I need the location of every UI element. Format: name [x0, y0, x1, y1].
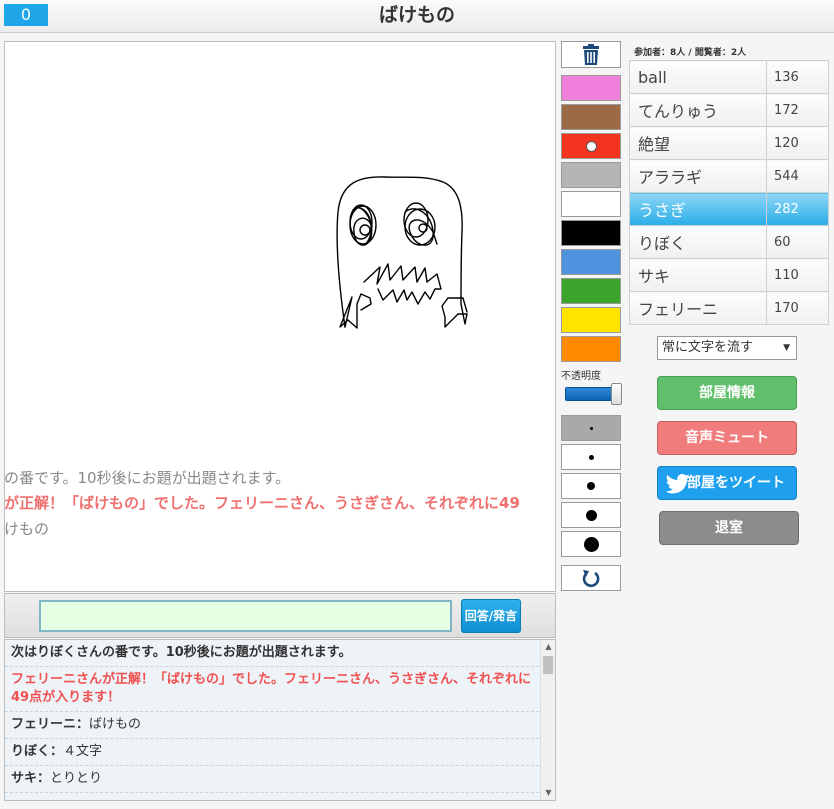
pen-size-3[interactable]	[561, 444, 621, 470]
chat-scrollbar[interactable]: ▲ ▼	[540, 640, 555, 800]
color-swatch-2[interactable]	[561, 133, 621, 159]
player-row: りぼく 60	[629, 225, 829, 259]
trash-icon	[583, 44, 599, 65]
player-row: てんりゅう 172	[629, 93, 829, 127]
player-row: 絶望 120	[629, 126, 829, 160]
undo-icon	[582, 570, 600, 588]
opacity-slider-track[interactable]	[565, 387, 617, 401]
overlay-message-correct: が正解！「ばけもの」でした。フェリーニさん、うさぎさん、それぞれに49	[4, 494, 520, 512]
player-score: 110	[766, 258, 829, 292]
chat-author: フェリーニ：	[11, 717, 90, 732]
player-name: 絶望	[629, 126, 767, 160]
drawing-canvas[interactable]: の番です。10秒後にお題が出題されます。 が正解！「ばけもの」でした。フェリーニ…	[4, 41, 556, 592]
color-swatch-9[interactable]	[561, 336, 621, 362]
player-list: ball 136 てんりゅう 172 絶望 120 アララギ 544 うさぎ 282 りぼく 60 サキ…	[629, 60, 829, 325]
chat-author: サキ：	[11, 771, 51, 786]
color-swatch-4[interactable]	[561, 191, 621, 217]
chat-author: りぼく：	[11, 744, 64, 759]
pen-size-dot-icon	[585, 509, 597, 521]
player-row: サキ 110	[629, 258, 829, 292]
player-name: うさぎ	[629, 192, 767, 226]
player-name: りぼく	[629, 225, 767, 259]
player-row: フェリーニ 170	[629, 291, 829, 325]
color-swatch-5[interactable]	[561, 220, 621, 246]
color-swatch-0[interactable]	[561, 75, 621, 101]
pen-size-dot-icon	[589, 426, 593, 430]
pen-size-1[interactable]	[561, 415, 621, 441]
selected-color-indicator	[586, 141, 597, 152]
color-swatch-6[interactable]	[561, 249, 621, 275]
color-swatch-8[interactable]	[561, 307, 621, 333]
leave-room-button[interactable]: 退室	[659, 511, 799, 545]
scroll-up-arrow-icon[interactable]: ▲	[541, 640, 555, 654]
player-score: 60	[766, 225, 829, 259]
scroll-mode-value: 常に文字を流す	[662, 340, 754, 355]
color-swatch-3[interactable]	[561, 162, 621, 188]
scroll-down-arrow-icon[interactable]: ▼	[541, 786, 555, 800]
chat-item: りぼく：４文字	[5, 739, 539, 766]
chat-item: サキ：とりとり	[5, 766, 539, 793]
answer-submit-button[interactable]: 回答/発言	[461, 599, 521, 633]
tweet-room-button[interactable]: 部屋をツイート	[657, 466, 797, 500]
scroll-mode-select[interactable]: 常に文字を流す ▼	[657, 336, 797, 360]
left-foot-stroke	[339, 293, 372, 329]
player-score: 136	[766, 60, 829, 94]
color-swatch-1[interactable]	[561, 104, 621, 130]
opacity-slider-knob[interactable]	[611, 383, 622, 405]
overlay-message-answer: けもの	[4, 520, 50, 538]
opacity-label: 不透明度	[561, 371, 601, 382]
pen-size-9[interactable]	[561, 502, 621, 528]
player-score: 170	[766, 291, 829, 325]
player-score: 282	[766, 192, 829, 226]
answer-bar: 回答/発言	[4, 593, 556, 638]
overlay-message-next: の番です。10秒後にお題が出題されます。	[4, 469, 291, 487]
clear-canvas-button[interactable]	[561, 41, 621, 68]
mute-button[interactable]: 音声ミュート	[657, 421, 797, 455]
player-score: 544	[766, 159, 829, 193]
color-swatch-7[interactable]	[561, 278, 621, 304]
player-score: 120	[766, 126, 829, 160]
chat-item: フェリーニ：ばけもの	[5, 712, 539, 739]
player-name: てんりゅう	[629, 93, 767, 127]
opacity-slider[interactable]	[565, 383, 622, 405]
chevron-down-icon: ▼	[783, 343, 790, 353]
page-title: ばけもの	[378, 4, 455, 26]
player-name: フェリーニ	[629, 291, 767, 325]
pen-size-6[interactable]	[561, 473, 621, 499]
chat-list: 次はりぼくさんの番です。10秒後にお題が出題されます。 フェリーニさんが正解！「…	[5, 640, 539, 793]
pen-size-13[interactable]	[561, 531, 621, 557]
right-foot-stroke	[441, 297, 468, 328]
header-bar: ばけもの 0	[0, 0, 834, 33]
pen-size-dot-icon	[587, 482, 595, 490]
player-row: ball 136	[629, 60, 829, 94]
participants-count: 参加者：8人 / 閲覧者：2人	[634, 48, 747, 58]
player-name: サキ	[629, 258, 767, 292]
chat-log[interactable]: 次はりぼくさんの番です。10秒後にお題が出題されます。 フェリーニさんが正解！「…	[4, 639, 556, 801]
pen-size-dot-icon	[583, 536, 599, 552]
player-row: アララギ 544	[629, 159, 829, 193]
chat-text: ばけもの	[89, 717, 142, 732]
chat-item-system: 次はりぼくさんの番です。10秒後にお題が出題されます。	[5, 640, 539, 667]
undo-button[interactable]	[561, 565, 621, 591]
mouth-stroke	[363, 263, 442, 305]
scroll-thumb[interactable]	[543, 656, 553, 674]
player-row: うさぎ 282	[629, 192, 829, 226]
chat-item-correct: フェリーニさんが正解！「ばけもの」でした。フェリーニさん、うさぎさん、それぞれに…	[5, 667, 539, 712]
chat-text: ４文字	[63, 744, 103, 759]
timer-badge: 0	[4, 4, 48, 26]
twitter-bird-icon	[666, 474, 690, 494]
player-score: 172	[766, 93, 829, 127]
player-name: アララギ	[629, 159, 767, 193]
app-root: ばけもの 0 の番です。10秒後にお題が出題されます。 が正解！「ばけもの」でし…	[0, 0, 834, 809]
player-name: ball	[629, 60, 767, 94]
room-info-button[interactable]: 部屋情報	[657, 376, 797, 410]
answer-input[interactable]	[39, 600, 452, 632]
chat-text: とりとり	[50, 771, 103, 786]
pen-size-dot-icon	[588, 454, 594, 460]
